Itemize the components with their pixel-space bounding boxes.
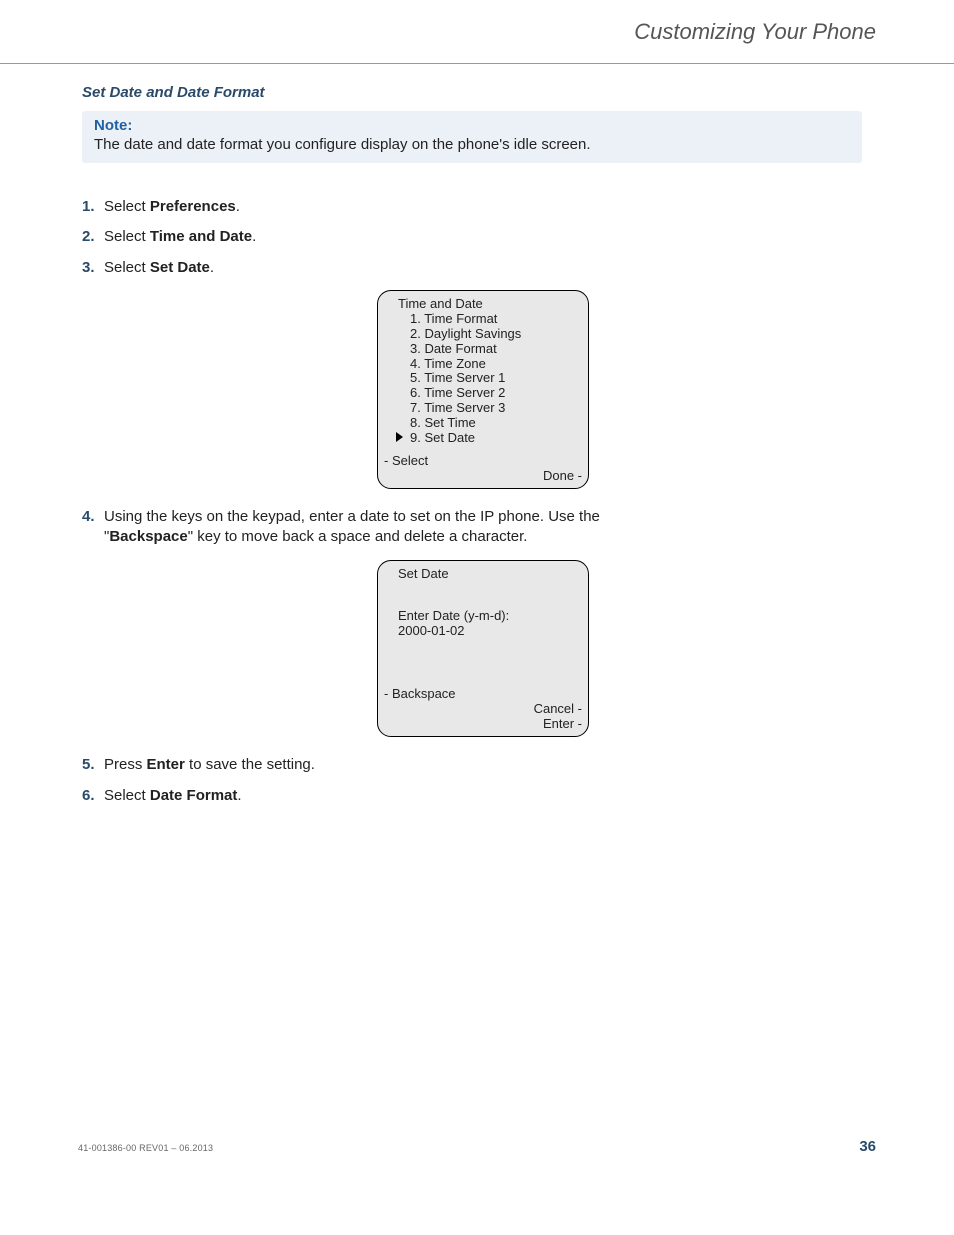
phone-screen-set-date: Set Date Enter Date (y-m-d): 2000-01-02 … bbox=[377, 560, 589, 738]
step-text: Press bbox=[104, 756, 147, 773]
menu-item: 8. Set Time bbox=[410, 416, 582, 431]
menu-item: 7. Time Server 3 bbox=[410, 401, 582, 416]
step-bold: Set Date bbox=[150, 259, 210, 276]
step-bold: Backspace bbox=[109, 528, 187, 545]
menu-item: 5. Time Server 1 bbox=[410, 371, 582, 386]
date-value: 2000-01-02 bbox=[398, 624, 582, 639]
menu-item: 1. Time Format bbox=[410, 312, 582, 327]
menu-item: 2. Daylight Savings bbox=[410, 327, 582, 342]
screen-body: Enter Date (y-m-d): 2000-01-02 bbox=[384, 609, 582, 657]
step-suffix: . bbox=[210, 259, 214, 276]
screen-menu-list: 1. Time Format 2. Daylight Savings 3. Da… bbox=[384, 312, 582, 432]
content-area: Set Date and Date Format Note: The date … bbox=[82, 84, 862, 816]
step-bold: Date Format bbox=[150, 787, 238, 804]
step-2: Select Time and Date. bbox=[82, 227, 862, 247]
step-text: Select bbox=[104, 259, 150, 276]
step-bold: Enter bbox=[147, 756, 185, 773]
step-text: Select bbox=[104, 787, 150, 804]
phone-screen-time-and-date: Time and Date 1. Time Format 2. Daylight… bbox=[377, 290, 589, 489]
menu-item-label: 9. Set Date bbox=[410, 430, 475, 445]
step-suffix: . bbox=[252, 228, 256, 245]
page-number: 36 bbox=[859, 1138, 876, 1155]
chapter-title: Customizing Your Phone bbox=[634, 19, 876, 45]
step-text: Select bbox=[104, 198, 150, 215]
softkey-backspace: - Backspace bbox=[384, 687, 582, 702]
step-line1: Using the keys on the keypad, enter a da… bbox=[104, 508, 600, 525]
screen-title: Set Date bbox=[384, 567, 582, 582]
menu-item-selected: 9. Set Date bbox=[384, 431, 582, 446]
softkey-select: - Select bbox=[384, 454, 582, 469]
menu-item: 3. Date Format bbox=[410, 342, 582, 357]
pointer-icon bbox=[396, 432, 403, 442]
section-title: Set Date and Date Format bbox=[82, 84, 862, 101]
softkey-cancel: Cancel - bbox=[384, 702, 582, 717]
steps-list: Select Preferences. Select Time and Date… bbox=[82, 197, 862, 806]
menu-item: 6. Time Server 2 bbox=[410, 386, 582, 401]
doc-id: 41-001386-00 REV01 – 06.2013 bbox=[78, 1143, 213, 1153]
step-suffix: to save the setting. bbox=[185, 756, 315, 773]
screen-title: Time and Date bbox=[384, 297, 582, 312]
page-header: Customizing Your Phone bbox=[0, 0, 954, 64]
step-line2b: " key to move back a space and delete a … bbox=[188, 528, 528, 545]
step-5: Press Enter to save the setting. bbox=[82, 755, 862, 775]
step-suffix: . bbox=[236, 198, 240, 215]
step-bold: Time and Date bbox=[150, 228, 252, 245]
date-prompt: Enter Date (y-m-d): bbox=[398, 609, 582, 624]
step-bold: Preferences bbox=[150, 198, 236, 215]
note-box: Note: The date and date format you confi… bbox=[82, 111, 862, 163]
step-6: Select Date Format. bbox=[82, 786, 862, 806]
step-suffix: . bbox=[237, 787, 241, 804]
softkey-enter: Enter - bbox=[384, 717, 582, 732]
softkey-done: Done - bbox=[384, 469, 582, 484]
note-label: Note: bbox=[94, 117, 850, 134]
step-text: Select bbox=[104, 228, 150, 245]
menu-item: 4. Time Zone bbox=[410, 357, 582, 372]
page-footer: 41-001386-00 REV01 – 06.2013 36 bbox=[78, 1138, 876, 1155]
note-body: The date and date format you configure d… bbox=[94, 136, 850, 153]
step-3: Select Set Date. Time and Date 1. Time F… bbox=[82, 258, 862, 490]
step-4: Using the keys on the keypad, enter a da… bbox=[82, 507, 862, 737]
step-1: Select Preferences. bbox=[82, 197, 862, 217]
